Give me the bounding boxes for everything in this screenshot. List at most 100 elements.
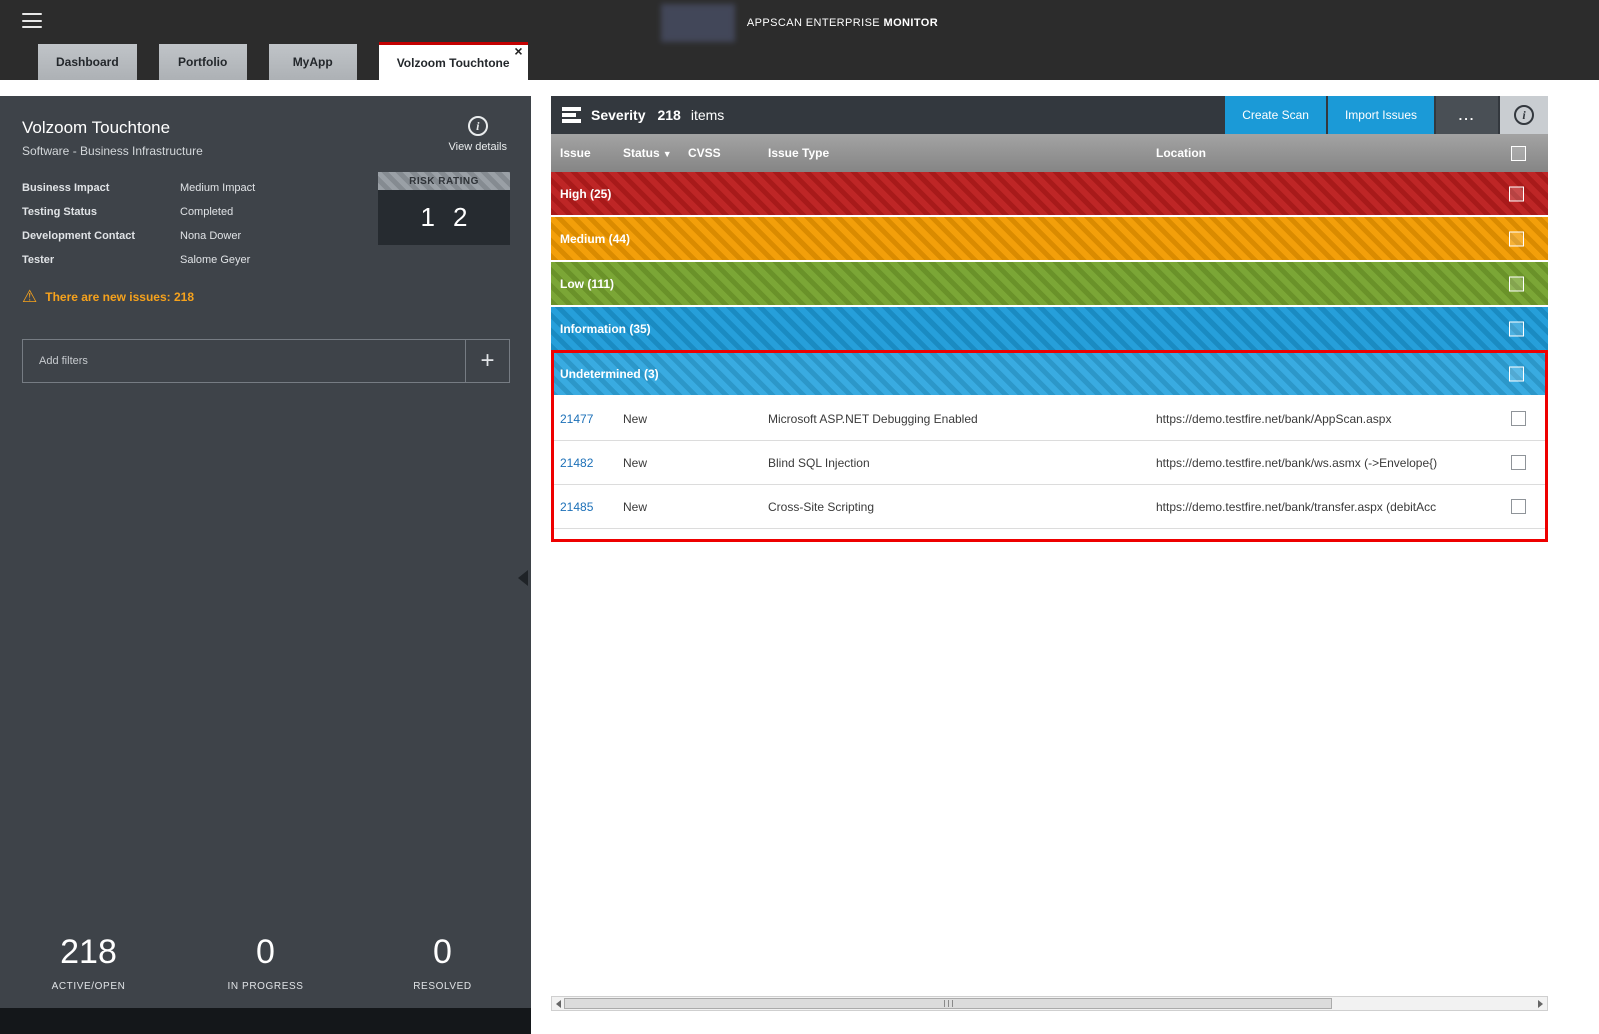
group-checkbox[interactable] xyxy=(1509,366,1524,381)
tab-label: Portfolio xyxy=(178,55,227,69)
tab-dashboard[interactable]: Dashboard xyxy=(38,44,137,80)
tab-label: MyApp xyxy=(293,55,333,69)
group-label: Undetermined (3) xyxy=(560,367,659,381)
app-brand: APPSCAN ENTERPRISE MONITOR xyxy=(0,0,1599,46)
view-details-link[interactable]: View details xyxy=(449,141,508,153)
tab-portfolio[interactable]: Portfolio xyxy=(159,44,247,80)
logo xyxy=(661,4,735,42)
column-issue[interactable]: Issue xyxy=(560,146,623,160)
row-checkbox[interactable] xyxy=(1511,499,1526,514)
items-count: 218 xyxy=(657,107,680,123)
field-label: Tester xyxy=(22,254,180,266)
issue-id-link[interactable]: 21485 xyxy=(560,500,623,514)
stat-value: 0 xyxy=(177,933,354,972)
severity-group-undetermined[interactable]: Undetermined (3) xyxy=(551,352,1548,395)
application-name: Volzoom Touchtone xyxy=(22,118,509,138)
issue-status: New xyxy=(623,456,688,470)
column-status[interactable]: Status▼ xyxy=(623,146,688,160)
issues-toolbar-title-group: Severity 218 items xyxy=(551,96,1223,134)
severity-group-low[interactable]: Low (111) xyxy=(551,262,1548,305)
app-title: APPSCAN ENTERPRISE MONITOR xyxy=(747,17,938,29)
tab-myapp[interactable]: MyApp xyxy=(269,44,357,80)
issue-row[interactable]: 21477 New Microsoft ASP.NET Debugging En… xyxy=(551,397,1548,441)
add-filters-input[interactable] xyxy=(23,340,465,382)
info-icon[interactable]: i xyxy=(468,116,488,136)
field-label: Development Contact xyxy=(22,230,180,242)
issue-row[interactable]: 21485 New Cross-Site Scripting https://d… xyxy=(551,485,1548,529)
severity-group-medium[interactable]: Medium (44) xyxy=(551,217,1548,260)
stat-label: IN PROGRESS xyxy=(177,981,354,992)
issue-id-link[interactable]: 21482 xyxy=(560,456,623,470)
items-count-suffix: items xyxy=(691,107,724,123)
group-checkbox[interactable] xyxy=(1509,276,1524,291)
scroll-left-icon[interactable] xyxy=(556,1000,561,1008)
horizontal-scrollbar[interactable] xyxy=(551,996,1548,1011)
create-scan-button[interactable]: Create Scan xyxy=(1225,96,1326,134)
column-cvss[interactable]: CVSS xyxy=(688,146,768,160)
column-location[interactable]: Location xyxy=(1156,146,1488,160)
issue-type: Cross-Site Scripting xyxy=(768,500,1156,514)
issues-panel: Severity 218 items Create Scan Import Is… xyxy=(551,96,1548,1014)
select-all-checkbox[interactable] xyxy=(1511,146,1526,161)
issue-stats: 218 ACTIVE/OPEN 0 IN PROGRESS 0 RESOLVED xyxy=(0,933,531,992)
group-label: Medium (44) xyxy=(560,232,630,246)
screen: APPSCAN ENTERPRISE MONITOR Dashboard Por… xyxy=(0,0,1599,1034)
risk-rating-value: 12 xyxy=(378,190,510,245)
stat-label: ACTIVE/OPEN xyxy=(0,981,177,992)
issue-row[interactable]: 21482 New Blind SQL Injection https://de… xyxy=(551,441,1548,485)
close-tab-icon[interactable]: × xyxy=(514,44,522,58)
group-label: Low (111) xyxy=(560,277,614,291)
add-filter-button[interactable]: + xyxy=(465,340,509,382)
application-panel: Volzoom Touchtone Software - Business In… xyxy=(0,96,531,1034)
app-title-bold: MONITOR xyxy=(884,17,939,29)
collapse-panel-icon[interactable] xyxy=(518,570,528,586)
field-label: Business Impact xyxy=(22,182,180,194)
group-checkbox[interactable] xyxy=(1509,231,1524,246)
group-checkbox[interactable] xyxy=(1509,186,1524,201)
issue-type: Blind SQL Injection xyxy=(768,456,1156,470)
tab-volzoom-touchtone[interactable]: Volzoom Touchtone × xyxy=(379,42,528,80)
issue-location: https://demo.testfire.net/bank/ws.asmx (… xyxy=(1156,456,1488,470)
panel-info-button[interactable]: i xyxy=(1500,96,1548,134)
field-value: Nona Dower xyxy=(180,230,362,242)
top-bar: APPSCAN ENTERPRISE MONITOR Dashboard Por… xyxy=(0,0,1599,80)
group-checkbox[interactable] xyxy=(1509,321,1524,336)
stat-active-open: 218 ACTIVE/OPEN xyxy=(0,933,177,992)
issue-type: Microsoft ASP.NET Debugging Enabled xyxy=(768,412,1156,426)
filter-box: + xyxy=(22,339,510,383)
sort-desc-icon: ▼ xyxy=(663,149,672,159)
warning-icon: ⚠ xyxy=(22,288,37,305)
issue-location: https://demo.testfire.net/bank/AppScan.a… xyxy=(1156,412,1488,426)
bottom-strip xyxy=(0,1008,531,1034)
warning-text: There are new issues: 218 xyxy=(45,290,194,304)
severity-group-information[interactable]: Information (35) xyxy=(551,307,1548,350)
info-icon: i xyxy=(1514,105,1534,125)
stat-value: 0 xyxy=(354,933,531,972)
more-actions-button[interactable]: ... xyxy=(1436,96,1498,134)
stat-value: 218 xyxy=(0,933,177,972)
row-checkbox[interactable] xyxy=(1511,411,1526,426)
risk-rating-label: RISK RATING xyxy=(378,172,510,190)
field-value: Salome Geyer xyxy=(180,254,362,266)
risk-rating-box: RISK RATING 12 xyxy=(378,172,510,245)
scrollbar-thumb[interactable] xyxy=(564,998,1332,1009)
tab-bar: Dashboard Portfolio MyApp Volzoom Toucht… xyxy=(38,42,528,80)
group-by-label[interactable]: Severity xyxy=(591,107,645,123)
column-issue-type[interactable]: Issue Type xyxy=(768,146,1156,160)
group-label: High (25) xyxy=(560,187,611,201)
severity-group-icon xyxy=(562,107,581,123)
stat-in-progress: 0 IN PROGRESS xyxy=(177,933,354,992)
field-value: Completed xyxy=(180,206,362,218)
stat-label: RESOLVED xyxy=(354,981,531,992)
application-subtitle: Software - Business Infrastructure xyxy=(22,144,509,158)
scroll-right-icon[interactable] xyxy=(1538,1000,1543,1008)
import-issues-button[interactable]: Import Issues xyxy=(1328,96,1434,134)
new-issues-warning: ⚠ There are new issues: 218 xyxy=(22,288,509,305)
issue-location: https://demo.testfire.net/bank/transfer.… xyxy=(1156,500,1488,514)
application-panel-body: Volzoom Touchtone Software - Business In… xyxy=(0,96,531,383)
row-checkbox[interactable] xyxy=(1511,455,1526,470)
severity-group-high[interactable]: High (25) xyxy=(551,172,1548,215)
field-value: Medium Impact xyxy=(180,182,362,194)
issue-id-link[interactable]: 21477 xyxy=(560,412,623,426)
issues-toolbar: Severity 218 items Create Scan Import Is… xyxy=(551,96,1548,134)
